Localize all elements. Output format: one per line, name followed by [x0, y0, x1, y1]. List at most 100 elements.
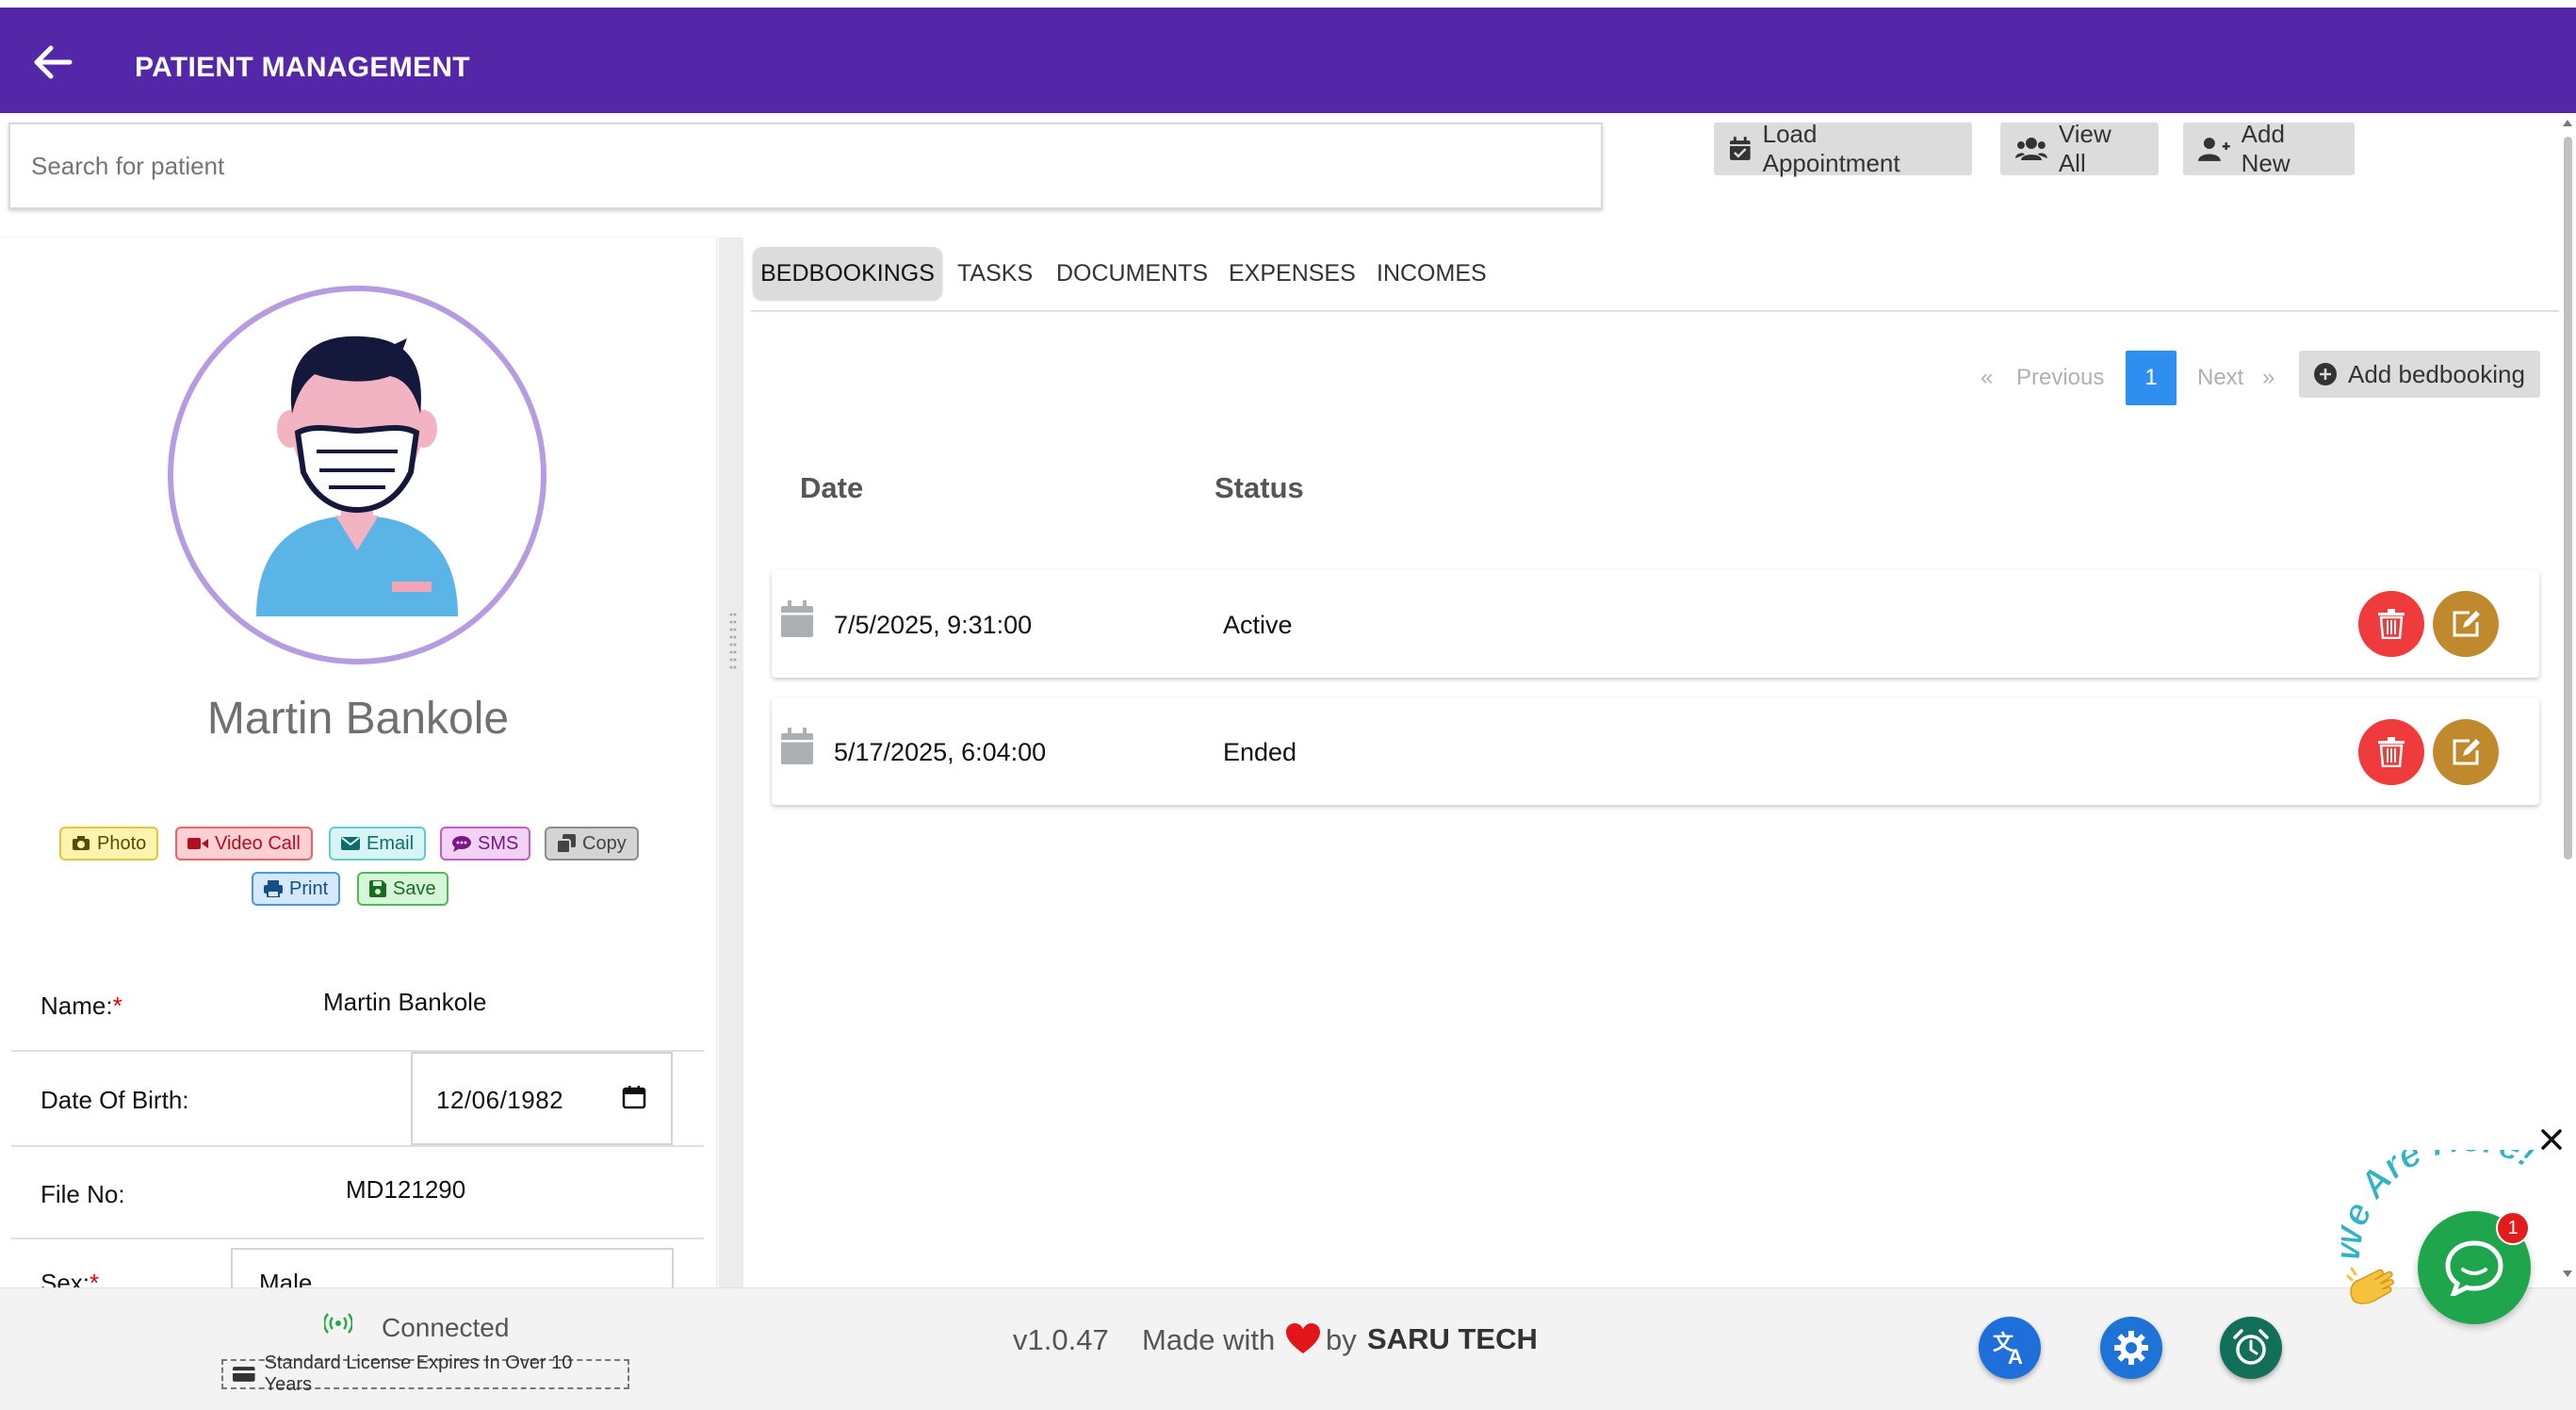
add-new-label: Add New — [2241, 120, 2291, 177]
delete-button[interactable] — [2358, 719, 2424, 785]
brand-name: SARU TECH — [1367, 1322, 1538, 1355]
sms-button[interactable]: SMS — [440, 827, 531, 861]
chat-bubble-icon — [2445, 1240, 2503, 1296]
photo-button[interactable]: Photo — [59, 827, 159, 861]
copy-icon — [557, 834, 576, 853]
doctor-avatar-icon — [256, 336, 458, 616]
column-header-status: Status — [1215, 471, 1304, 504]
add-new-button[interactable]: Add New — [2183, 120, 2355, 177]
settings-button[interactable] — [2100, 1317, 2162, 1379]
save-label: Save — [393, 877, 436, 899]
license-text: Standard License Expires In Over 10 Year… — [264, 1353, 573, 1395]
patient-avatar[interactable] — [168, 286, 546, 664]
calendar-check-icon — [1729, 137, 1751, 160]
connection-status: Connected — [382, 1313, 510, 1342]
edit-button[interactable] — [2433, 591, 2499, 657]
pagination-next[interactable]: Next — [2197, 351, 2243, 405]
edit-icon — [2453, 739, 2480, 765]
delete-button[interactable] — [2358, 591, 2424, 657]
calendar-icon — [781, 728, 813, 764]
license-badge: Standard License Expires In Over 10 Year… — [221, 1353, 629, 1395]
email-button[interactable]: Email — [329, 827, 427, 861]
view-all-button[interactable]: View All — [2000, 120, 2159, 177]
made-with-text: Made with — [1142, 1323, 1276, 1356]
chat-icon — [452, 836, 471, 852]
load-appointment-button[interactable]: Load Appointment — [1714, 120, 1972, 177]
load-appointment-label: Load Appointment — [1762, 120, 1900, 177]
tab-incomes[interactable]: INCOMES — [1377, 247, 1487, 300]
alarm-button[interactable] — [2220, 1317, 2282, 1379]
waving-hand-icon — [2346, 1267, 2394, 1304]
pagination-previous[interactable]: Previous — [2016, 351, 2104, 405]
copy-label: Copy — [582, 832, 627, 854]
page-title: PATIENT MANAGEMENT — [135, 52, 470, 83]
file-no-label: File No: — [41, 1180, 125, 1208]
column-header-date: Date — [800, 471, 864, 504]
row-status: Ended — [1223, 738, 1297, 766]
tab-bedbookings[interactable]: BEDBOOKINGS — [753, 247, 942, 300]
scroll-up-icon[interactable] — [2562, 117, 2573, 128]
add-bedbooking-button[interactable]: Add bedbooking — [2299, 351, 2540, 398]
chat-notification-badge: 1 — [2496, 1211, 2530, 1245]
dob-field-label: Date Of Birth: — [41, 1086, 189, 1114]
printer-icon — [264, 880, 283, 897]
row-status: Active — [1223, 611, 1293, 639]
search-input[interactable] — [8, 123, 1603, 209]
arrow-left-icon — [34, 45, 73, 79]
back-button[interactable] — [26, 36, 79, 89]
translate-button[interactable]: 文 A — [1979, 1317, 2041, 1379]
video-icon — [187, 838, 208, 849]
dob-value[interactable]: 12/06/1982 — [436, 1086, 563, 1115]
divider — [11, 1238, 704, 1239]
translate-icon: 文 A — [1993, 1331, 2023, 1367]
broadcast-icon — [324, 1313, 352, 1334]
pagination-page-1[interactable]: 1 — [2126, 351, 2177, 405]
pagination-prev-arrow[interactable]: « — [1981, 351, 1993, 405]
trash-icon — [2378, 737, 2405, 767]
users-icon — [2015, 138, 2047, 160]
name-field[interactable]: Martin Bankole — [323, 988, 486, 1017]
heart-icon — [1286, 1323, 1320, 1353]
file-no-field[interactable]: MD121290 — [346, 1175, 465, 1205]
patient-name: Martin Bankole — [206, 694, 510, 744]
edit-button[interactable] — [2433, 719, 2499, 785]
trash-icon — [2378, 609, 2405, 639]
plus-circle-icon — [2314, 363, 2337, 385]
video-call-button[interactable]: Video Call — [175, 827, 313, 861]
scrollbar-thumb[interactable] — [2564, 137, 2572, 860]
close-icon[interactable] — [2539, 1127, 2564, 1152]
alarm-clock-icon — [2233, 1329, 2269, 1365]
pagination-next-arrow[interactable]: » — [2262, 351, 2274, 405]
row-date: 7/5/2025, 9:31:00 — [834, 611, 1033, 639]
user-plus-icon — [2198, 138, 2230, 161]
name-field-label: Name:* — [41, 992, 122, 1021]
edit-icon — [2453, 611, 2480, 637]
gear-icon — [2114, 1331, 2148, 1365]
top-gap — [0, 0, 2576, 8]
row-date: 5/17/2025, 6:04:00 — [834, 738, 1047, 766]
panel-splitter[interactable] — [719, 238, 743, 1288]
tab-expenses[interactable]: EXPENSES — [1229, 247, 1356, 300]
by-text: by — [1326, 1323, 1357, 1356]
divider — [11, 1145, 704, 1147]
tab-bar-divider — [751, 310, 2560, 312]
calendar-icon[interactable] — [622, 1085, 646, 1109]
svg-text:A: A — [2008, 1345, 2023, 1367]
version-label: v1.0.47 — [1013, 1323, 1109, 1356]
drag-handle-icon[interactable] — [729, 611, 737, 671]
table-row[interactable] — [772, 570, 2539, 678]
envelope-icon — [341, 837, 360, 850]
video-call-label: Video Call — [215, 832, 301, 854]
view-all-label: View All — [2058, 120, 2111, 177]
email-label: Email — [367, 832, 415, 854]
floppy-icon — [369, 880, 386, 897]
credit-card-icon — [233, 1367, 255, 1382]
copy-button[interactable]: Copy — [545, 827, 639, 861]
tab-tasks[interactable]: TASKS — [957, 247, 1033, 300]
add-bedbooking-label: Add bedbooking — [2348, 359, 2525, 388]
save-button[interactable]: Save — [357, 872, 448, 906]
required-mark: * — [112, 992, 122, 1020]
photo-label: Photo — [97, 832, 147, 854]
print-button[interactable]: Print — [252, 872, 341, 906]
tab-documents[interactable]: DOCUMENTS — [1056, 247, 1208, 300]
